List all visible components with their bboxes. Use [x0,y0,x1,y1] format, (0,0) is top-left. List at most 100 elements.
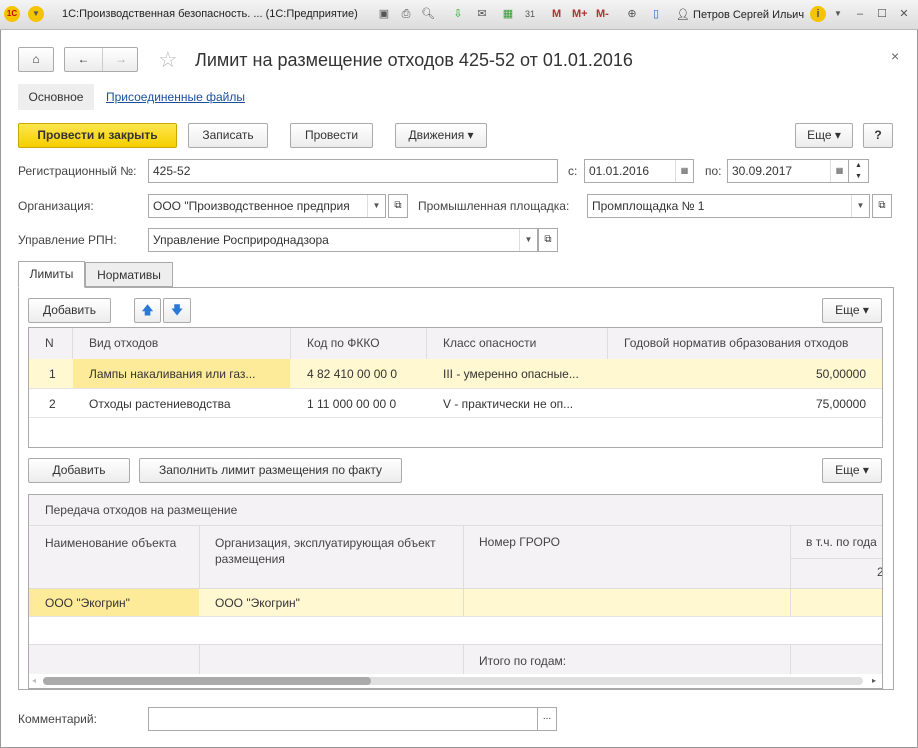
col-waste-type[interactable]: Вид отходов [83,336,164,350]
calendar-icon[interactable]: 31 [522,6,538,22]
limits-more-button[interactable]: Еще ▾ [822,298,882,323]
preview-icon[interactable]: 🔍︎ [420,6,436,22]
add-transfer-button[interactable]: Добавить [28,458,130,483]
row-operator-org: ООО "Экогрин" [215,596,300,610]
dropdown-icon[interactable]: ▼ [519,229,537,251]
transfer-more-button[interactable]: Еще ▾ [822,458,882,483]
col-annual-norm[interactable]: Годовой норматив образования отходов [618,336,854,350]
table-row[interactable]: 1 Лампы накаливания или газ... 4 82 410 … [29,359,882,388]
save-icon[interactable]: ▣ [376,6,392,22]
to-date-input[interactable]: 30.09.2017 ▦ [727,159,849,183]
site-input[interactable]: Промплощадка № 1 ▼ [587,194,870,218]
page-title: Лимит на размещение отходов 425-52 от 01… [195,50,633,70]
1c-logo-icon: 1С [4,6,20,22]
save-button[interactable]: Записать [188,123,268,148]
totals-label: Итого по годам: [479,654,567,668]
forward-button[interactable]: → [102,48,139,71]
move-down-button[interactable]: 🡇 [163,298,191,323]
back-button[interactable]: ← [65,48,102,71]
limits-table: N Вид отходов Код по ФККО Класс опасност… [28,327,883,448]
info-icon[interactable]: i [810,6,826,22]
movements-button[interactable]: Движения ▾ [395,123,487,148]
totals-footer: Итого по годам: [29,644,882,675]
col-year-sub[interactable]: 2 [871,565,882,579]
scrollbar-thumb[interactable] [43,677,371,685]
date-spinner[interactable]: ▲ ▼ [848,159,869,183]
reg-number-input[interactable]: 425-52 [148,159,558,183]
row-norm: 50,00000 [815,367,866,381]
col-groro-number[interactable]: Номер ГРОРО [473,535,566,549]
post-and-close-button[interactable]: Провести и закрыть [18,123,177,148]
main-menu-icon[interactable]: ▼ [28,6,44,22]
from-date-input[interactable]: 01.01.2016 ▦ [584,159,694,183]
more-button[interactable]: Еще ▾ [795,123,853,148]
transfer-table: Передача отходов на размещение Наименова… [28,494,883,689]
table-row[interactable]: 2 Отходы растениеводства 1 11 000 00 00 … [29,388,882,418]
title-bar: 1С ▼ 1С:Производственная безопасность. .… [0,0,918,30]
tab-limits[interactable]: Лимиты [18,261,85,288]
col-operator-org[interactable]: Организация, эксплуатирующая объект разм… [209,535,449,567]
row-norm: 75,00000 [815,397,866,411]
open-organization-button[interactable]: ⧉ [388,194,408,218]
zoom-icon[interactable]: ⊕ [624,6,640,22]
post-button[interactable]: Провести [290,123,373,148]
close-form-icon[interactable]: × [891,48,899,64]
organization-label: Организация: [18,199,94,213]
row-n: 1 [49,367,56,381]
tab-attached-files[interactable]: Присоединенные файлы [106,90,245,104]
dropdown-icon[interactable]: ▼ [851,195,869,217]
horizontal-scrollbar[interactable]: ◂ ▸ [29,674,882,688]
tab-main[interactable]: Основное [18,84,94,110]
mail-icon[interactable]: ✉ [474,6,490,22]
calendar-icon[interactable]: ▦ [830,160,848,182]
minimize-icon[interactable]: – [852,6,868,22]
home-button[interactable]: ⌂ [18,47,54,72]
limits-header: N Вид отходов Код по ФККО Класс опасност… [29,328,882,359]
chevron-down-icon[interactable]: ▼ [830,6,846,22]
maximize-icon[interactable]: ☐ [874,6,890,22]
tab-norms[interactable]: Нормативы [85,262,173,287]
calculator-icon[interactable]: ▦ [500,6,516,22]
comment-ellipsis-button[interactable]: ... [537,707,557,731]
open-site-button[interactable]: ⧉ [872,194,892,218]
col-hazard-class[interactable]: Класс опасности [437,336,542,350]
memory-minus[interactable]: M- [596,8,609,20]
dropdown-icon[interactable]: ▼ [367,195,385,217]
open-rpn-button[interactable]: ⧉ [538,228,558,252]
favorite-star-icon[interactable]: ☆ [158,47,178,73]
row-waste-type: Лампы накаливания или газ... [89,367,256,381]
table-row[interactable]: ООО "Экогрин" ООО "Экогрин" [29,588,882,616]
close-window-icon[interactable]: ✕ [896,6,912,22]
fill-limit-button[interactable]: Заполнить лимит размещения по факту [139,458,402,483]
row-class: V - практически не оп... [443,397,574,411]
from-label: с: [568,164,578,178]
col-fkko-code[interactable]: Код по ФККО [301,336,386,350]
move-up-button[interactable]: 🡅 [134,298,161,323]
col-object-name[interactable]: Наименование объекта [39,535,189,551]
attach-icon[interactable]: ⇩ [450,6,466,22]
reg-number-label: Регистрационный №: [18,164,137,178]
nav-buttons: ← → [64,47,138,72]
row-waste-type: Отходы растениеводства [89,397,231,411]
group-header: Передача отходов на размещение [45,503,238,517]
row-class: III - умеренно опасные... [443,367,579,381]
help-button[interactable]: ? [863,123,893,148]
rpn-input[interactable]: Управление Росприроднадзора ▼ [148,228,538,252]
rpn-label: Управление РПН: [18,233,117,247]
col-n[interactable]: N [39,336,60,350]
row-object-name: ООО "Экогрин" [45,596,130,610]
panel-icon[interactable]: ▯ [648,6,664,22]
memory-m[interactable]: M [552,8,561,20]
row-code: 4 82 410 00 00 0 [307,367,398,381]
calendar-icon[interactable]: ▦ [675,160,693,182]
to-label: по: [705,164,722,178]
memory-plus[interactable]: M+ [572,8,588,20]
user-name[interactable]: 👤︎ Петров Сергей Ильич [676,8,804,21]
add-limit-button[interactable]: Добавить [28,298,111,323]
col-by-years[interactable]: в т.ч. по года [800,535,882,549]
organization-input[interactable]: ООО "Производственное предприя ▼ [148,194,386,218]
comment-input[interactable] [148,707,538,731]
print-icon[interactable]: ⎙ [398,6,414,22]
row-n: 2 [49,397,56,411]
window-title: 1С:Производственная безопасность. ... (1… [62,8,358,20]
